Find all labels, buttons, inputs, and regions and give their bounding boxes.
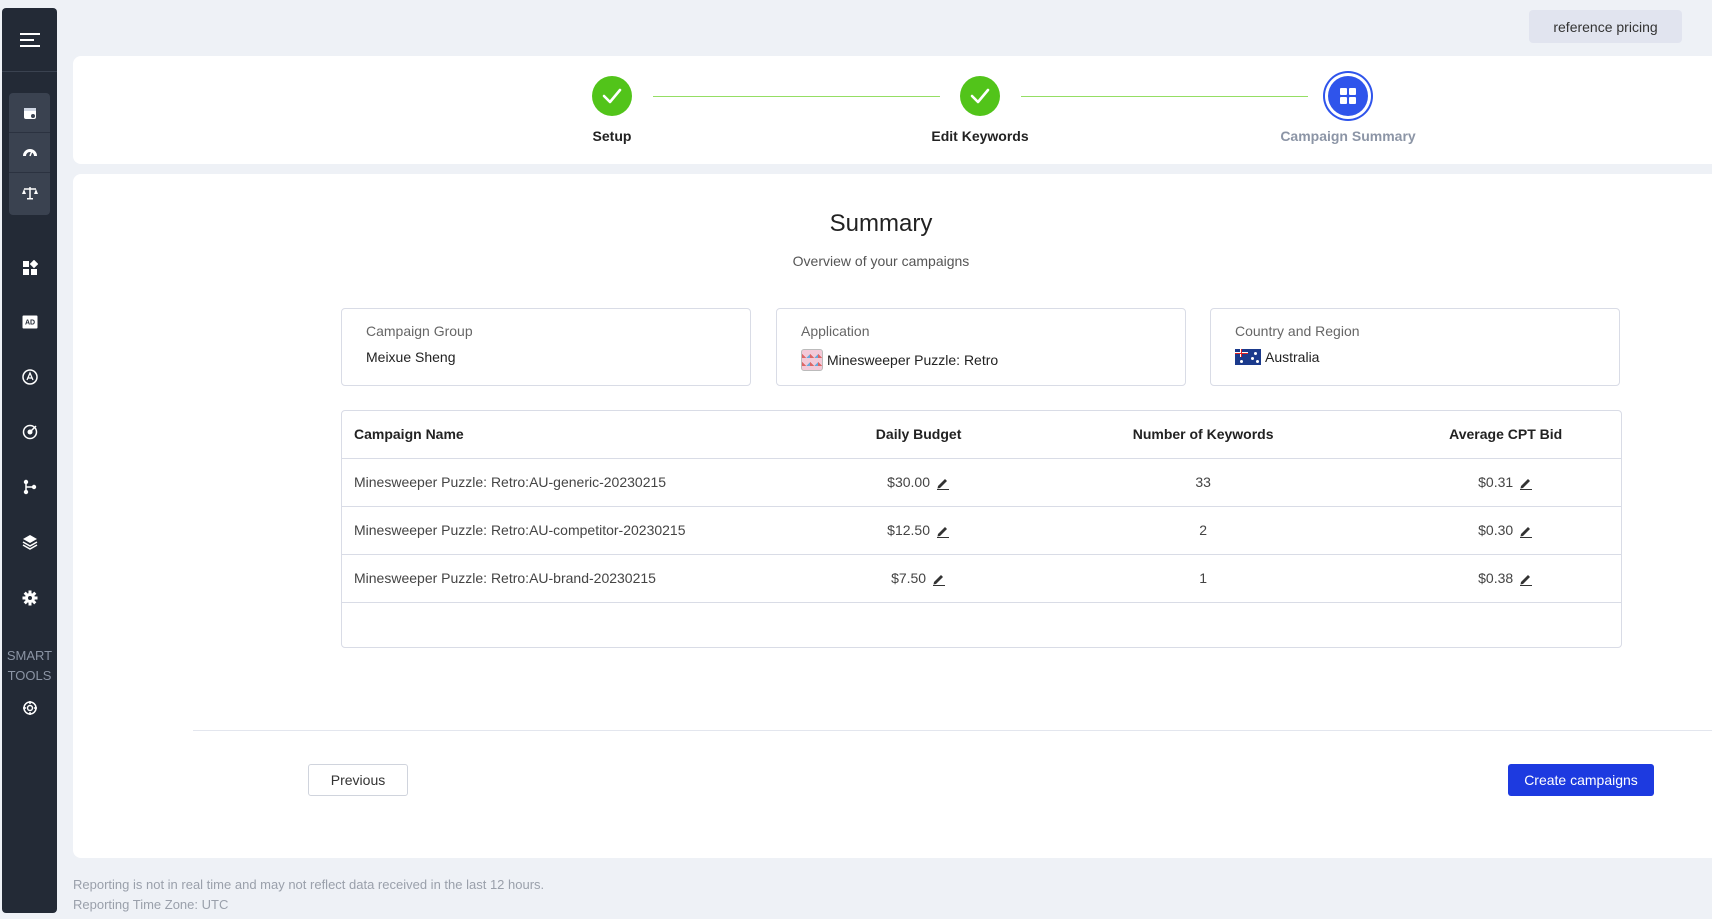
footer-note: Reporting is not in real time and may no… [73,875,544,915]
sidebar-app-group [9,93,50,215]
cpt-bid-cell: $0.31 [1390,458,1621,507]
keywords-count-cell: 1 [1015,554,1391,603]
svg-text:AD: AD [24,320,34,327]
sidebar-item-smart-tools[interactable] [2,696,57,720]
divider [193,730,1712,731]
hamburger-icon [19,29,40,51]
country-text: Australia [1265,349,1320,365]
pencil-icon[interactable] [936,524,950,539]
previous-button[interactable]: Previous [308,764,408,796]
cpt-value: $0.30 [1478,521,1514,538]
reference-pricing-button[interactable]: reference pricing [1529,10,1682,43]
sidebar-item-appstore[interactable] [2,365,57,389]
pencil-icon[interactable] [1519,476,1533,491]
cpt-bid-cell: $0.30 [1390,506,1621,555]
budget-value: $7.50 [891,569,927,586]
sidebar-item-layers[interactable] [2,530,57,554]
application-label: Application [801,323,870,339]
sidebar-item-dashboard[interactable] [9,133,50,173]
campaigns-table: Campaign Name Daily Budget Number of Key… [341,410,1622,648]
step-edit-keywords[interactable]: Edit Keywords [890,76,1070,144]
campaign-name-cell: Minesweeper Puzzle: Retro:AU-brand-20230… [342,554,822,603]
pencil-icon[interactable] [1519,524,1533,539]
country-box: Country and Region Australia [1210,308,1620,386]
footer-realtime-note: Reporting is not in real time and may no… [73,877,545,892]
australia-flag-icon [1235,349,1261,365]
step-campaign-summary[interactable]: Campaign Summary [1258,76,1438,144]
table-row: Minesweeper Puzzle: Retro:AU-generic-202… [342,458,1621,507]
country-value: Australia [1235,349,1595,365]
check-icon [592,76,632,116]
col-average-cpt-bid: Average CPT Bid [1390,411,1621,459]
table-row: Minesweeper Puzzle: Retro:AU-competitor-… [342,506,1621,555]
budget-value: $30.00 [887,473,930,490]
target-icon [22,424,37,440]
sidebar-item-ads[interactable]: AD [2,310,57,334]
cpt-bid-cell: $0.38 [1390,554,1621,603]
application-value: Minesweeper Puzzle: Retro [801,349,1161,371]
gauge-icon [22,148,37,156]
smart-tools-icon [22,701,37,715]
campaign-group-value: Meixue Sheng [366,349,726,365]
pencil-icon[interactable] [932,572,946,587]
country-label: Country and Region [1235,323,1360,339]
app-icon [801,349,823,371]
daily-budget-cell: $30.00 [821,458,1016,507]
page-title: Summary [829,210,933,237]
gear-icon [22,590,37,606]
keywords-count-cell: 33 [1015,458,1391,507]
campaign-group-box: Campaign Group Meixue Sheng [341,308,751,386]
branch-icon [23,479,36,495]
calendar-icon [23,107,36,119]
col-number-of-keywords: Number of Keywords [1015,411,1391,459]
campaign-name-cell: Minesweeper Puzzle: Retro:AU-generic-202… [342,458,822,507]
sidebar-item-targeting[interactable] [2,420,57,444]
scale-icon [21,187,38,200]
step-label: Edit Keywords [931,128,1029,144]
application-box: Application Minesweeper Puzzle: Retro [776,308,1186,386]
pencil-icon[interactable] [936,476,950,491]
footer-timezone: Reporting Time Zone: UTC [73,897,229,912]
create-campaigns-button[interactable]: Create campaigns [1508,764,1654,796]
sidebar-item-settings[interactable] [2,586,57,610]
sidebar-item-workflow[interactable] [2,475,57,499]
appstore-icon [21,369,38,385]
sidebar-item-calendar[interactable] [9,93,50,133]
col-campaign-name: Campaign Name [342,411,822,459]
budget-value: $12.50 [887,521,930,538]
ad-icon: AD [22,315,37,329]
application-text: Minesweeper Puzzle: Retro [827,352,999,368]
sidebar-item-compare[interactable] [9,173,50,213]
smart-tools-label: SMART TOOLS [6,648,53,683]
campaign-name-cell: Minesweeper Puzzle: Retro:AU-competitor-… [342,506,822,555]
step-label: Setup [592,128,632,144]
table-row: Minesweeper Puzzle: Retro:AU-brand-20230… [342,554,1621,603]
sidebar-item-apps[interactable] [2,256,57,280]
pencil-icon[interactable] [1519,572,1533,587]
campaign-group-text: Meixue Sheng [366,349,456,365]
page-subtitle: Overview of your campaigns [792,253,970,269]
summary-card: Summary Overview of your campaigns Campa… [73,174,1712,858]
daily-budget-cell: $12.50 [821,506,1016,555]
keywords-count-cell: 2 [1015,506,1391,555]
cpt-value: $0.38 [1478,569,1514,586]
table-header-row: Campaign Name Daily Budget Number of Key… [342,411,1621,459]
stepper: Setup Edit Keywords Campaign Summary [73,56,1712,164]
cpt-value: $0.31 [1478,473,1514,490]
check-icon [960,76,1000,116]
step-setup[interactable]: Setup [522,76,702,144]
layers-icon [22,535,37,550]
step-label: Campaign Summary [1280,128,1416,144]
grid-icon [22,260,38,275]
daily-budget-cell: $7.50 [821,554,1016,603]
campaign-group-label: Campaign Group [366,323,473,339]
menu-toggle-button[interactable] [2,8,57,72]
grid-icon [1328,76,1368,116]
sidebar: AD SMART TOOLS [2,8,57,913]
col-daily-budget: Daily Budget [821,411,1016,459]
